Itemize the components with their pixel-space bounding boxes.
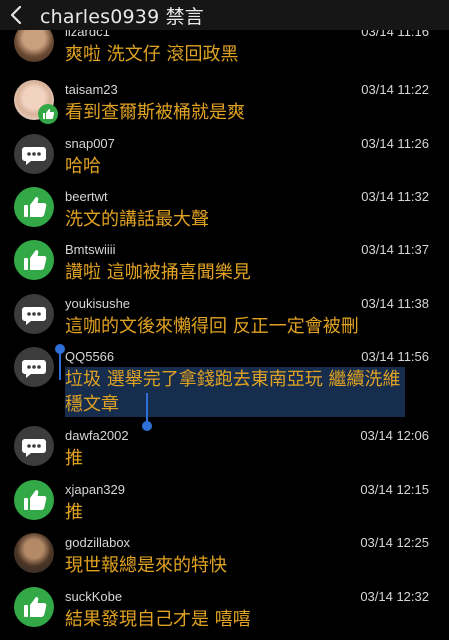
comment-bubble-icon[interactable]	[14, 426, 54, 466]
comment-time: 03/14 11:22	[361, 82, 429, 97]
comment-text: 結果發現自己才是 嘻嘻	[65, 609, 251, 630]
comment-row[interactable]: beertwt 03/14 11:32 洗文的講話最大聲	[0, 185, 449, 238]
comment-time: 03/14 12:15	[360, 482, 429, 497]
comment-text: 現世報總是來的特快	[65, 555, 227, 576]
comment-row[interactable]: Bmtswiiii 03/14 11:37 讚啦 這咖被捅喜聞樂見	[0, 238, 449, 291]
comment-time: 03/14 11:37	[361, 242, 429, 257]
comment-username[interactable]: godzillabox	[65, 535, 130, 550]
comment-time: 03/14 12:06	[360, 428, 429, 443]
comment-text: 洗文的講話最大聲	[65, 209, 209, 230]
comment-time: 03/14 11:32	[361, 189, 429, 204]
comment-username[interactable]: beertwt	[65, 189, 108, 204]
top-bar: charles0939 禁言	[0, 0, 449, 30]
comment-text: 爽啦 洗文仔 滾回政黑	[65, 44, 239, 65]
comment-text: 推	[65, 502, 83, 523]
comment-bubble-icon[interactable]	[14, 294, 54, 334]
comment-row[interactable]: youkisushe 03/14 11:38 這咖的文後來懶得回 反正一定會被刪	[0, 292, 449, 345]
comment-username[interactable]: xjapan329	[65, 482, 125, 497]
comment-row[interactable]: QQ5566 03/14 11:56 垃圾 選舉完了拿錢跑去東南亞玩 繼續洗維穩…	[0, 345, 449, 423]
comment-row[interactable]: godzillabox 03/14 12:25 現世報總是來的特快	[0, 531, 449, 584]
comment-text: 讚啦 這咖被捅喜聞樂見	[65, 262, 251, 283]
selection-start-handle[interactable]	[55, 344, 65, 380]
comment-time: 03/14 11:26	[361, 136, 429, 151]
comment-text: 哈哈	[65, 156, 101, 177]
comment-username[interactable]: snap007	[65, 136, 115, 151]
selection-end-handle[interactable]	[142, 393, 152, 431]
comment-text: 推	[65, 448, 83, 469]
comment-time: 03/14 11:56	[361, 349, 429, 364]
user-avatar[interactable]	[14, 533, 54, 573]
comment-username[interactable]: Bmtswiiii	[65, 242, 116, 257]
comment-row[interactable]: taisam23 03/14 11:22 看到查爾斯被桶就是爽	[0, 78, 449, 131]
comment-row[interactable]: suckKobe 03/14 12:32 結果發現自己才是 嘻嘻	[0, 585, 449, 638]
comment-row[interactable]: snap007 03/14 11:26 哈哈	[0, 132, 449, 185]
comment-time: 03/14 12:25	[360, 535, 429, 550]
comment-text: 這咖的文後來懶得回 反正一定會被刪	[65, 316, 359, 337]
thumbs-up-badge-icon	[38, 104, 58, 124]
back-chevron-icon[interactable]	[0, 0, 32, 30]
comment-row[interactable]: dawfa2002 03/14 12:06 推	[0, 424, 449, 477]
page-title: charles0939 禁言	[40, 5, 205, 28]
comment-time: 03/14 11:38	[361, 296, 429, 311]
comment-text: 看到查爾斯被桶就是爽	[65, 102, 245, 123]
comment-username[interactable]: suckKobe	[65, 589, 122, 604]
comment-username[interactable]: QQ5566	[65, 349, 114, 364]
comment-username[interactable]: dawfa2002	[65, 428, 129, 443]
thumbs-up-icon[interactable]	[14, 240, 54, 280]
comment-username[interactable]: taisam23	[65, 82, 118, 97]
comment-bubble-icon[interactable]	[14, 134, 54, 174]
thumbs-up-icon[interactable]	[14, 587, 54, 627]
comment-username[interactable]: youkisushe	[65, 296, 130, 311]
thumbs-up-icon[interactable]	[14, 480, 54, 520]
comment-bubble-icon[interactable]	[14, 347, 54, 387]
comment-time: 03/14 12:32	[360, 589, 429, 604]
comment-row[interactable]: xjapan329 03/14 12:15 推	[0, 478, 449, 531]
comment-text-selected[interactable]: 垃圾 選舉完了拿錢跑去東南亞玩 繼續洗維穩文章	[65, 367, 405, 417]
thumbs-up-icon[interactable]	[14, 187, 54, 227]
